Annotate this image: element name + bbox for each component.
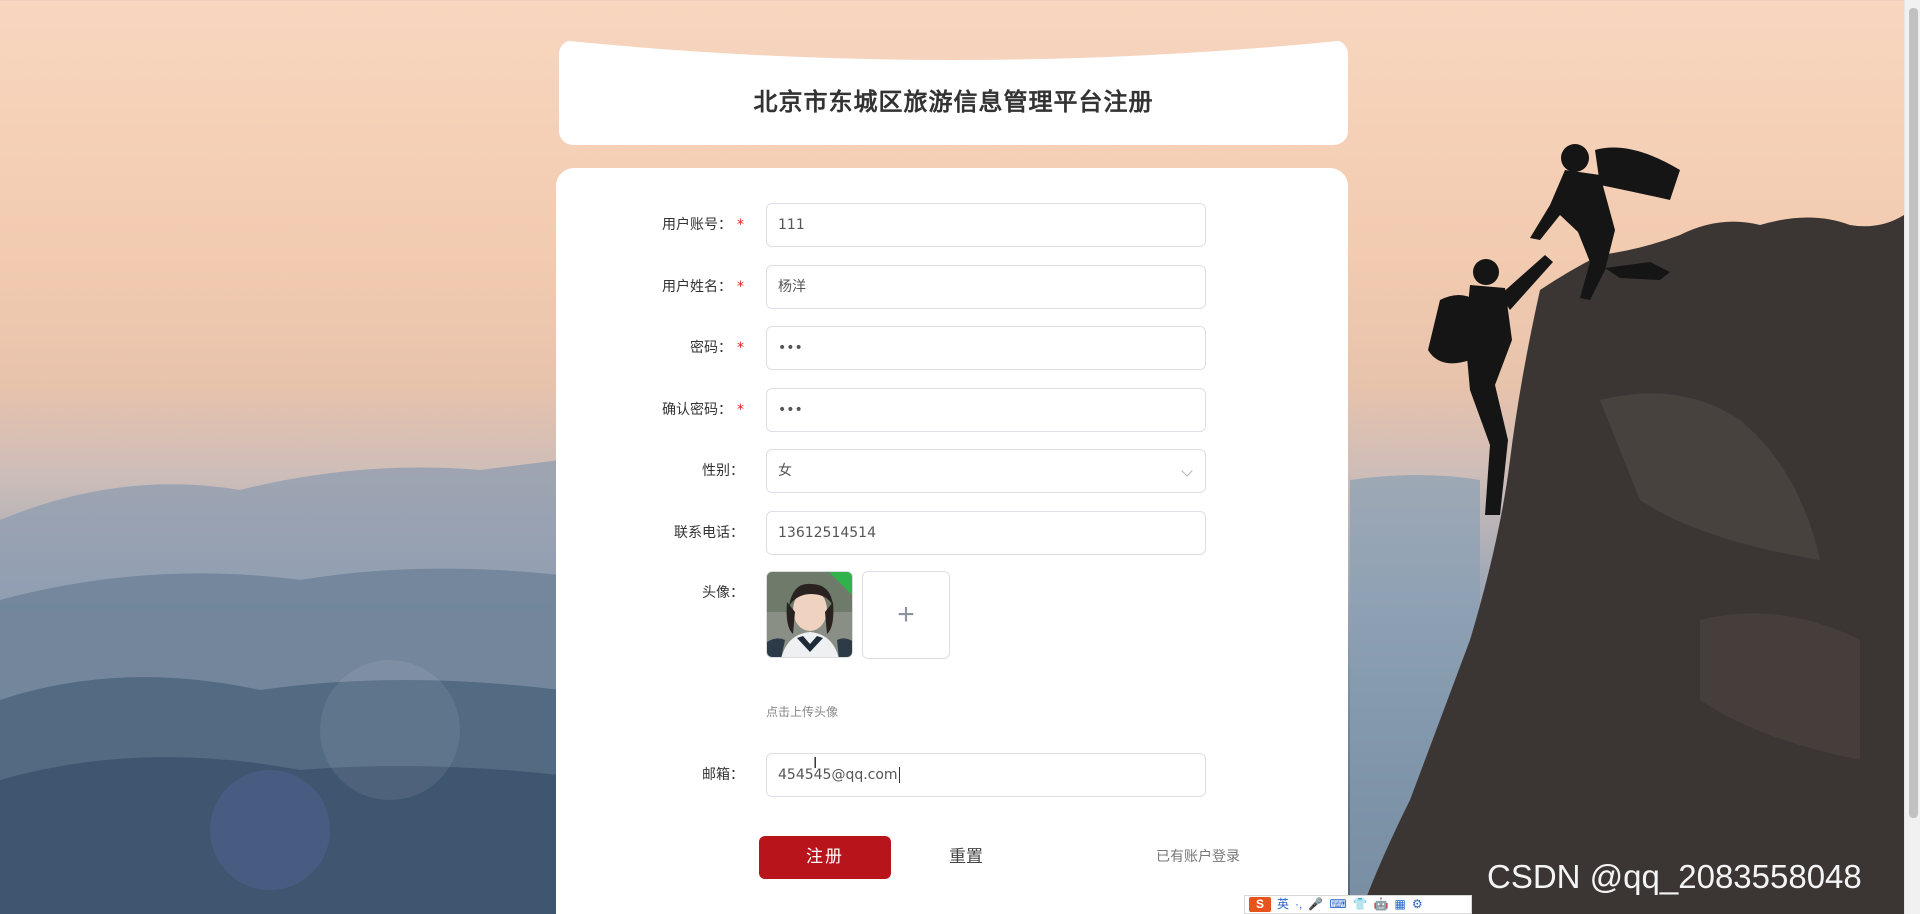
username-row: 用户账号： * 111 [556,203,1348,247]
gender-row: 性别： 女 [556,449,1348,493]
email-input-value: 454545@qq.com [778,767,898,783]
name-input[interactable]: 杨洋 [766,265,1206,309]
confirm-password-input[interactable]: ••• [766,388,1206,432]
password-label: 密码： [690,340,732,356]
avatar-preview[interactable] [766,571,853,658]
confirm-password-row: 确认密码： * ••• [556,388,1348,432]
register-button[interactable]: 注册 [759,836,891,879]
grid-icon[interactable]: ▦ [1395,896,1406,913]
phone-input[interactable]: 13612514514 [766,511,1206,555]
ime-mode[interactable]: 英 [1277,896,1289,913]
avatar-upload-button[interactable]: + [862,571,950,659]
gender-label: 性别： [702,463,744,479]
register-form: 用户账号： * 111 用户姓名： * 杨洋 密码： * ••• 确认密码： * •••… [556,168,1348,914]
gender-select-value: 女 [778,463,792,479]
password-row: 密码： * ••• [556,326,1348,370]
keyboard-icon[interactable]: ⌨ [1329,896,1346,913]
name-label: 用户姓名： [662,279,732,295]
email-row: 邮箱： 454545@qq.com [556,753,1348,797]
avatar-upload-hint: 点击上传头像 [766,705,839,719]
scrollbar-thumb[interactable] [1909,8,1918,818]
microphone-icon[interactable]: 🎤 [1308,896,1323,913]
gender-select[interactable]: 女 [766,449,1206,493]
phone-label: 联系电话： [674,525,744,541]
ime-toolbar[interactable]: S 英 ·, 🎤 ⌨ 👕 🤖 ▦ ⚙ [1244,895,1472,914]
email-label: 邮箱： [702,767,744,783]
avatar-row: 头像： + [556,571,1348,661]
robot-icon[interactable]: 🤖 [1374,896,1389,913]
required-mark: * [737,340,744,356]
reset-button[interactable]: 重置 [926,836,1006,879]
title-card: 北京市东城区旅游信息管理平台注册 [559,40,1348,145]
required-mark: * [737,279,744,295]
avatar-image [767,572,852,657]
username-label: 用户账号： [662,217,732,233]
page-scrollbar[interactable] [1904,0,1920,914]
required-mark: * [737,217,744,233]
avatar-label: 头像： [702,585,744,601]
ime-punctuation-icon[interactable]: ·, [1295,896,1302,913]
sogou-logo-icon[interactable]: S [1249,897,1271,912]
confirm-password-label: 确认密码： [662,402,732,418]
plus-icon: + [897,598,915,631]
email-input[interactable]: 454545@qq.com [766,753,1206,797]
required-mark: * [737,402,744,418]
chevron-down-icon [1181,465,1193,477]
username-input[interactable]: 111 [766,203,1206,247]
csdn-watermark: CSDN @qq_2083558048 [1487,858,1862,895]
text-caret [898,767,900,783]
skin-icon[interactable]: 👕 [1353,896,1368,913]
login-link[interactable]: 已有账户登录 [1156,836,1240,879]
phone-row: 联系电话： 13612514514 [556,511,1348,555]
page-title: 北京市东城区旅游信息管理平台注册 [753,88,1154,116]
title-wave-decoration [559,40,1348,60]
password-input[interactable]: ••• [766,326,1206,370]
name-row: 用户姓名： * 杨洋 [556,265,1348,309]
settings-icon[interactable]: ⚙ [1412,896,1423,913]
ibeam-cursor-icon: I [813,755,818,772]
